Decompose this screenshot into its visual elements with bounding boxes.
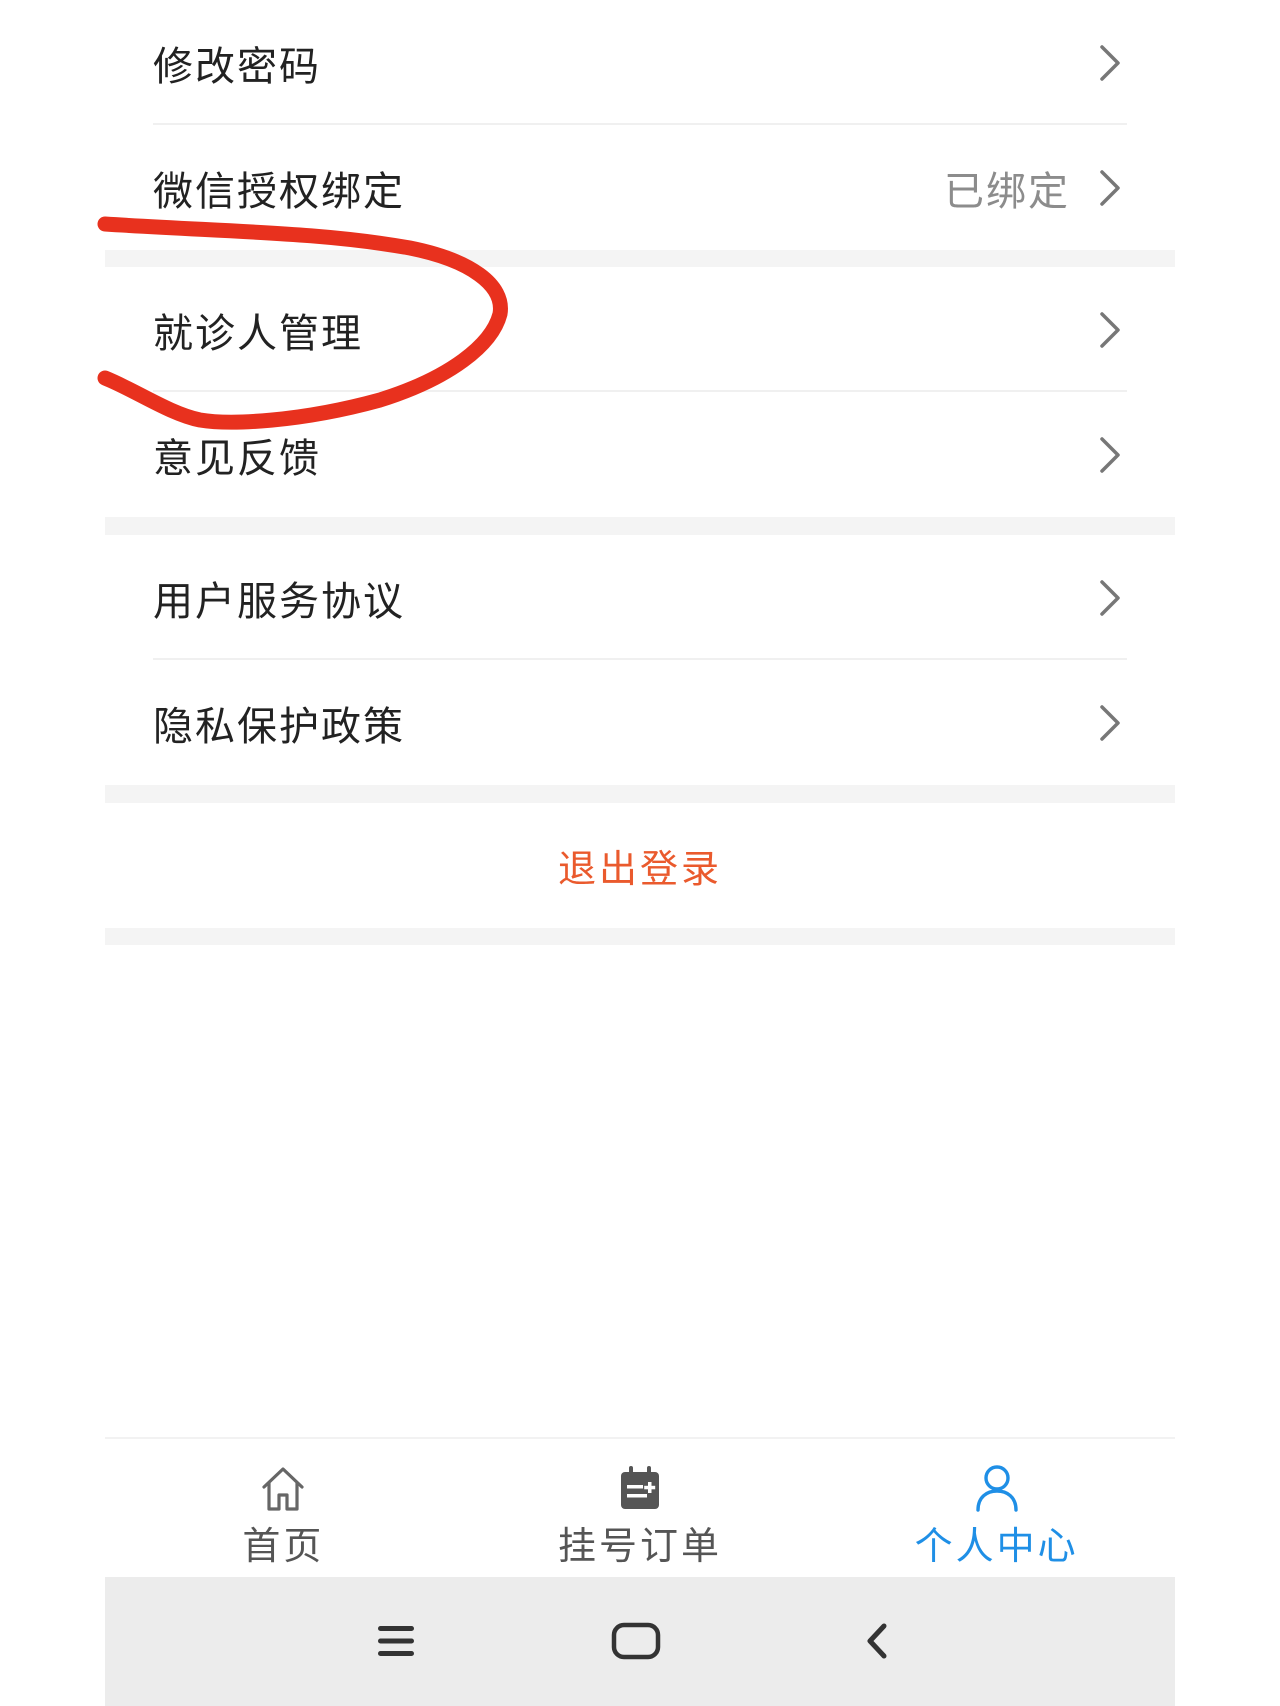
- home-square-icon: [611, 1622, 661, 1660]
- page: 修改密码 微信授权绑定 已绑定 就诊人管理 意见反馈 用户服务协议 隐私保护政策…: [0, 0, 1280, 1706]
- row-label: 修改密码: [153, 43, 321, 90]
- row-feedback[interactable]: 意见反馈: [105, 392, 1175, 517]
- chevron-right-icon: [1100, 311, 1120, 348]
- phone-screen: 修改密码 微信授权绑定 已绑定 就诊人管理 意见反馈 用户服务协议 隐私保护政策…: [105, 0, 1175, 1706]
- person-icon: [975, 1465, 1018, 1512]
- row-label: 微信授权绑定: [153, 168, 405, 215]
- home-icon: [262, 1467, 304, 1511]
- tab-orders[interactable]: 挂号订单: [462, 1439, 819, 1579]
- chevron-right-icon: [1100, 579, 1120, 616]
- binding-status: 已绑定: [944, 168, 1070, 215]
- section-separator: [105, 928, 1175, 945]
- row-user-agreement[interactable]: 用户服务协议: [105, 535, 1175, 660]
- calendar-icon: [621, 1466, 659, 1509]
- chevron-right-icon: [1100, 436, 1120, 473]
- row-label: 就诊人管理: [153, 310, 363, 357]
- settings-group-account: 修改密码 微信授权绑定 已绑定: [105, 0, 1175, 250]
- tab-home[interactable]: 首页: [105, 1439, 462, 1579]
- back-icon: [867, 1623, 887, 1659]
- nav-home-button[interactable]: [596, 1601, 676, 1681]
- row-label: 意见反馈: [153, 435, 321, 482]
- logout-button[interactable]: 退出登录: [105, 803, 1175, 928]
- settings-group-patient: 就诊人管理 意见反馈: [105, 267, 1175, 517]
- tab-label: 首页: [242, 1524, 325, 1568]
- nav-back-button[interactable]: [837, 1601, 917, 1681]
- settings-group-legal: 用户服务协议 隐私保护政策: [105, 535, 1175, 785]
- section-separator: [105, 517, 1175, 535]
- tab-label: 个人中心: [914, 1524, 1079, 1568]
- row-wechat-binding[interactable]: 微信授权绑定 已绑定: [105, 125, 1175, 250]
- row-privacy-policy[interactable]: 隐私保护政策: [105, 660, 1175, 785]
- bottom-tab-bar: 首页 挂号订单 个人中心: [105, 1437, 1175, 1579]
- tab-profile[interactable]: 个人中心: [818, 1439, 1175, 1579]
- row-change-password[interactable]: 修改密码: [105, 0, 1175, 125]
- nav-menu-button[interactable]: [356, 1601, 436, 1681]
- menu-icon: [378, 1626, 414, 1656]
- row-patient-management[interactable]: 就诊人管理: [105, 267, 1175, 392]
- section-separator: [105, 785, 1175, 803]
- system-nav-bar: [105, 1577, 1175, 1706]
- chevron-right-icon: [1100, 704, 1120, 741]
- chevron-right-icon: [1100, 169, 1120, 206]
- section-separator: [105, 250, 1175, 267]
- tab-label: 挂号订单: [558, 1524, 723, 1568]
- chevron-right-icon: [1100, 44, 1120, 81]
- row-label: 用户服务协议: [153, 578, 405, 625]
- logout-label: 退出登录: [557, 847, 722, 891]
- row-label: 隐私保护政策: [153, 703, 405, 750]
